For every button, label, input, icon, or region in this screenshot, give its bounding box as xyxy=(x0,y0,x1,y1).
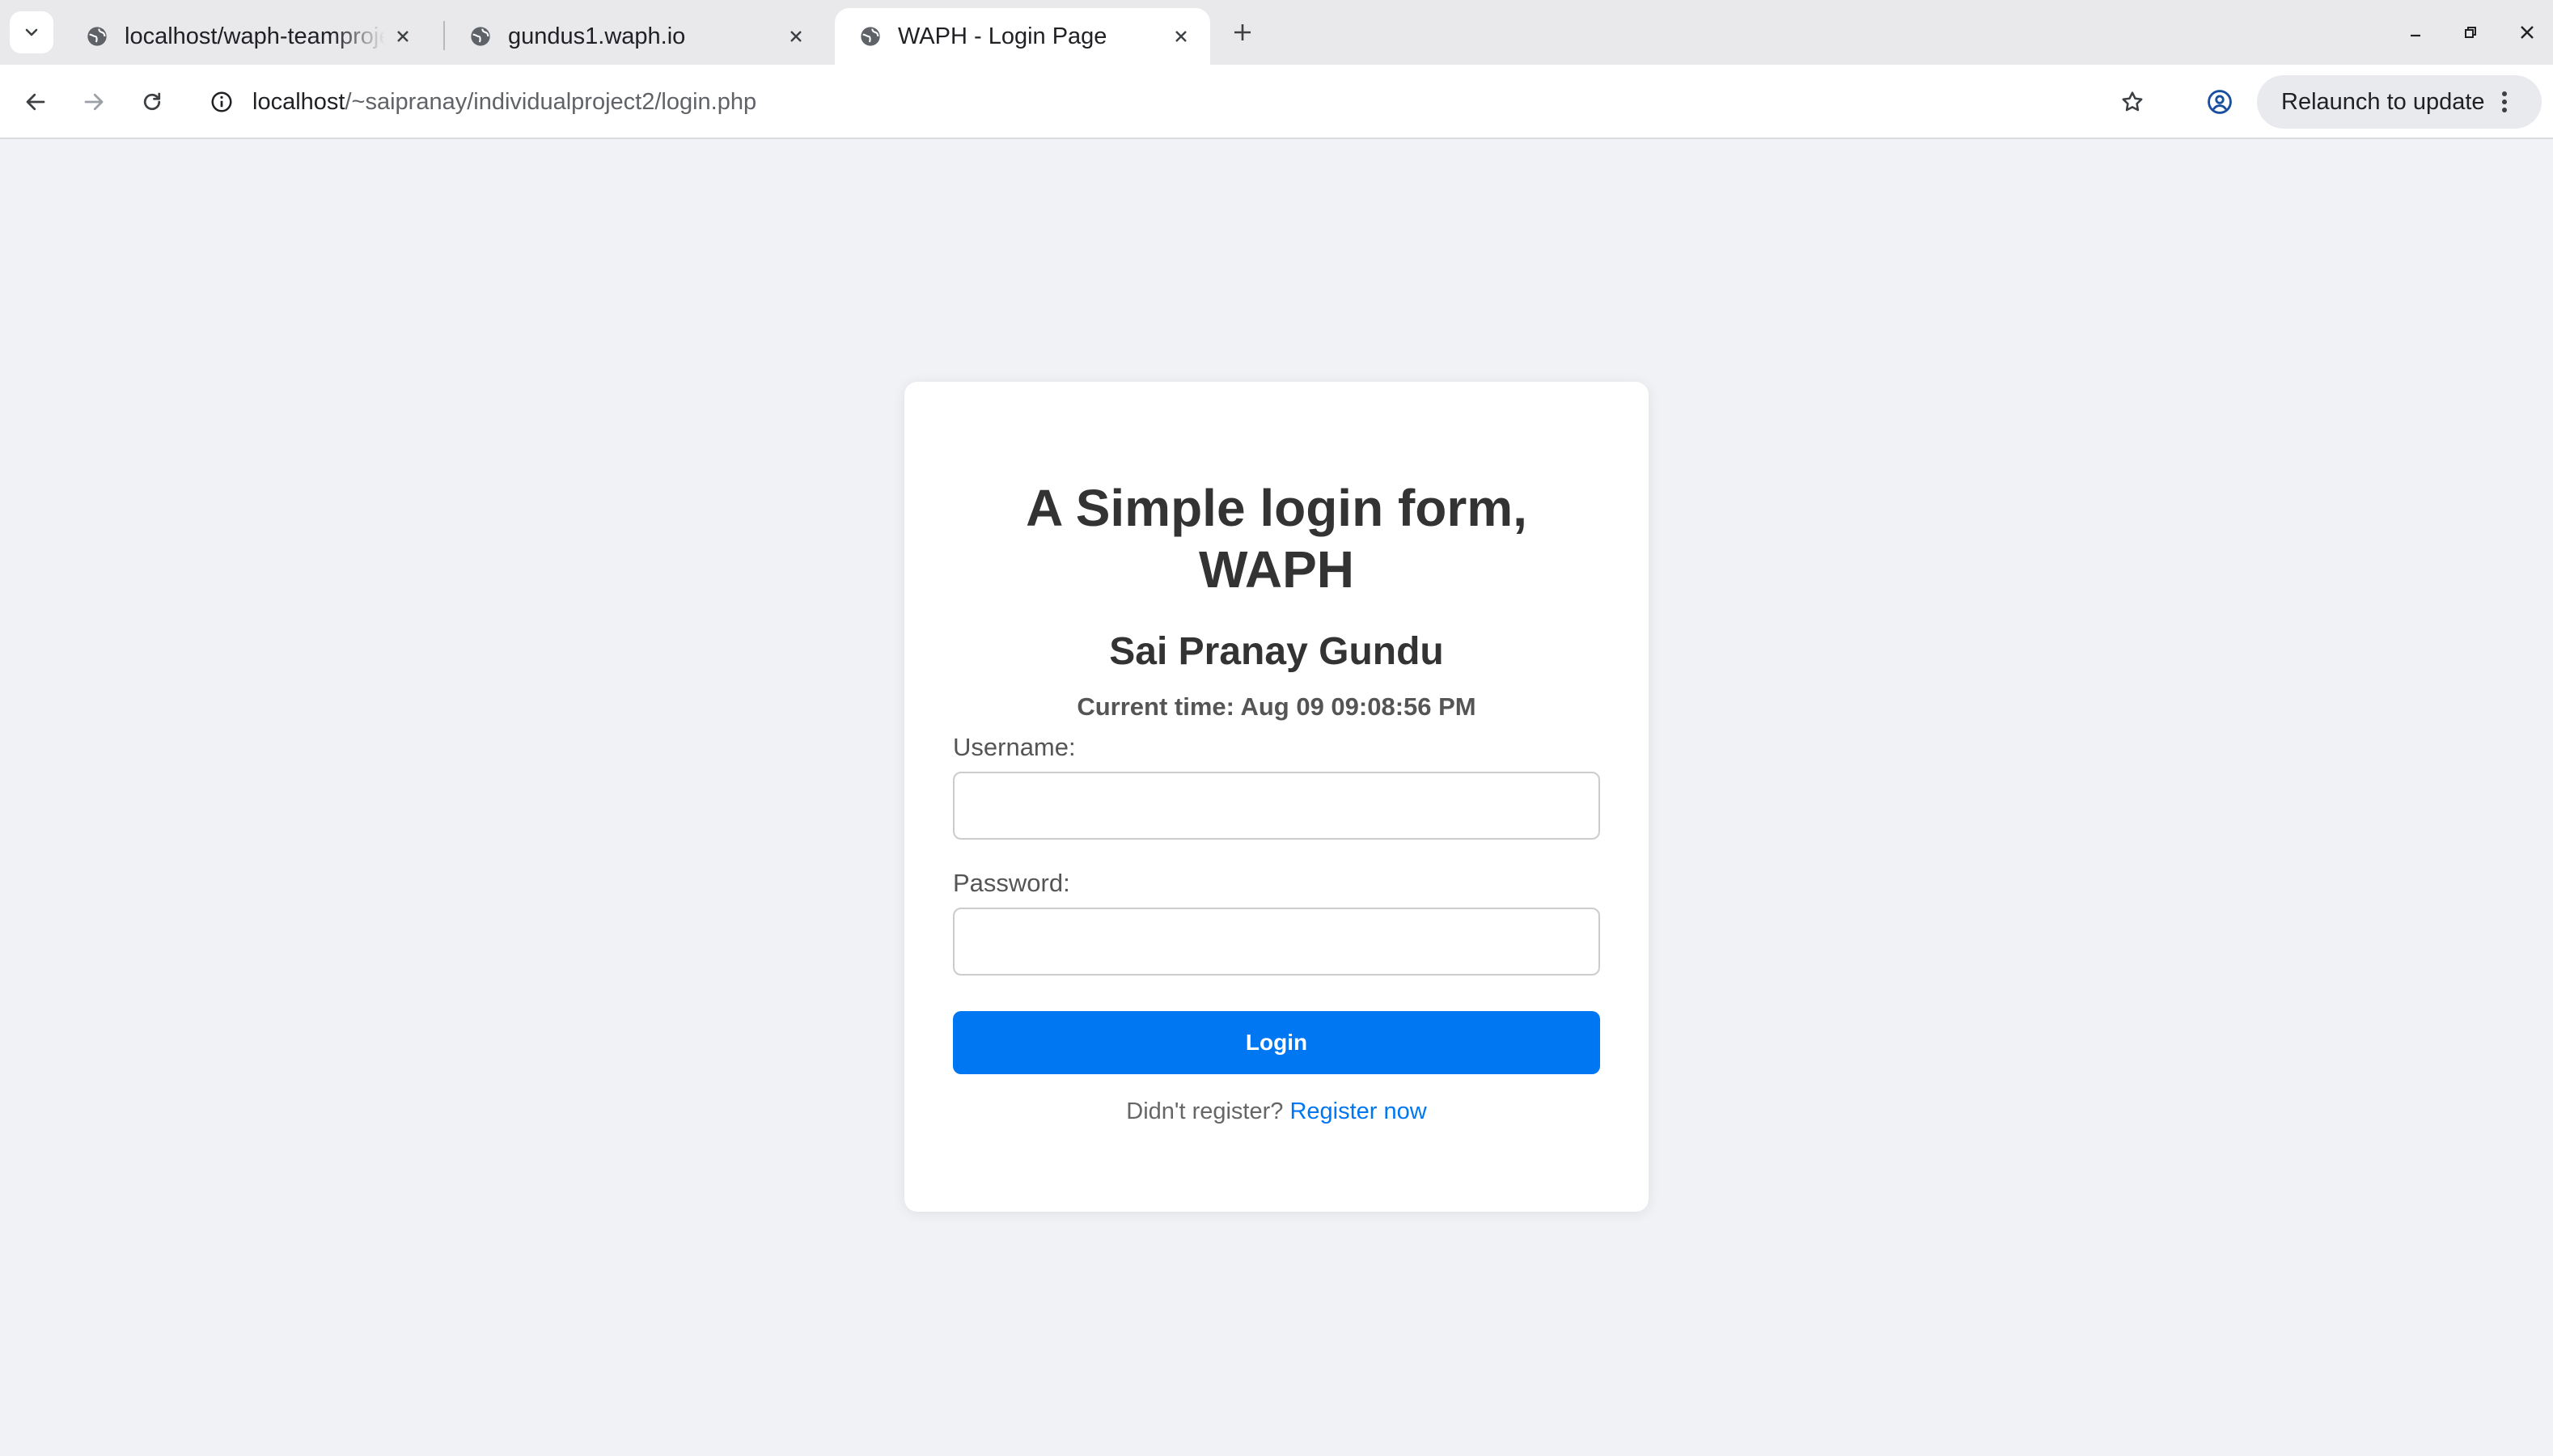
password-label: Password: xyxy=(953,869,1070,897)
current-time: Current time: Aug 09 09:08:56 PM xyxy=(1077,692,1476,721)
chevron-down-icon xyxy=(25,28,38,36)
relaunch-to-update-button[interactable]: Relaunch to update xyxy=(2257,75,2542,129)
minimize-button[interactable] xyxy=(2393,15,2438,50)
tab-waph-login[interactable]: WAPH - Login Page xyxy=(835,8,1210,65)
window-close-icon xyxy=(2521,26,2534,39)
globe-icon xyxy=(471,27,490,46)
address-bar[interactable]: localhost/~saipranay/individualproject2/… xyxy=(194,75,2179,129)
close-icon[interactable] xyxy=(778,19,814,54)
close-icon[interactable] xyxy=(385,19,421,54)
plus-icon xyxy=(1234,24,1251,40)
forward-button[interactable] xyxy=(74,83,113,121)
login-card: A Simple login form, WAPH Sai Pranay Gun… xyxy=(904,382,1649,1212)
relaunch-label: Relaunch to update xyxy=(2281,88,2485,115)
forward-icon xyxy=(84,93,104,111)
tab-title: gundus1.waph.io xyxy=(508,23,686,49)
profile-icon[interactable] xyxy=(2200,83,2239,121)
register-prompt: Didn't register? Register now xyxy=(904,1098,1649,1125)
minimize-icon xyxy=(2411,34,2420,37)
login-button[interactable]: Login xyxy=(953,1011,1600,1074)
restore-icon xyxy=(2465,27,2476,38)
back-button[interactable] xyxy=(16,83,55,121)
browser-toolbar: localhost/~saipranay/individualproject2/… xyxy=(0,65,2553,139)
page-viewport: A Simple login form, WAPH Sai Pranay Gun… xyxy=(0,139,2553,1456)
page-title: A Simple login form, WAPH xyxy=(1026,479,1527,599)
username-label: Username: xyxy=(953,733,1076,761)
tab-waph-teamproject[interactable]: localhost/waph-teamproject xyxy=(61,8,432,65)
register-now-link[interactable]: Register now xyxy=(1289,1098,1426,1124)
tab-gundus1[interactable]: gundus1.waph.io xyxy=(445,8,825,65)
restore-button[interactable] xyxy=(2448,15,2493,50)
reload-button[interactable] xyxy=(133,83,171,121)
globe-icon xyxy=(861,27,880,46)
url-host: localhost xyxy=(252,88,345,115)
globe-icon xyxy=(87,27,107,46)
tab-strip: localhost/waph-teamproject gundus1.waph.… xyxy=(0,0,2553,65)
back-icon xyxy=(26,93,45,111)
tab-title: localhost/waph-teamproject xyxy=(125,23,385,49)
reload-icon xyxy=(143,92,161,111)
username-input[interactable] xyxy=(953,772,1600,840)
tab-search-button[interactable] xyxy=(10,11,53,53)
close-icon[interactable] xyxy=(1163,19,1199,54)
register-question: Didn't register? xyxy=(1126,1098,1284,1124)
url-path: /~saipranay/individualproject2/login.php xyxy=(345,88,757,115)
window-close-button[interactable] xyxy=(2504,15,2550,50)
new-tab-button[interactable] xyxy=(1220,15,1265,50)
tab-title: WAPH - Login Page xyxy=(898,23,1107,49)
url-text: localhost/~saipranay/individualproject2/… xyxy=(252,89,756,116)
star-icon[interactable] xyxy=(2113,83,2152,121)
info-icon[interactable] xyxy=(202,83,241,121)
password-input[interactable] xyxy=(953,908,1600,976)
author-name: Sai Pranay Gundu xyxy=(1109,630,1444,673)
kebab-icon[interactable] xyxy=(2496,86,2513,118)
